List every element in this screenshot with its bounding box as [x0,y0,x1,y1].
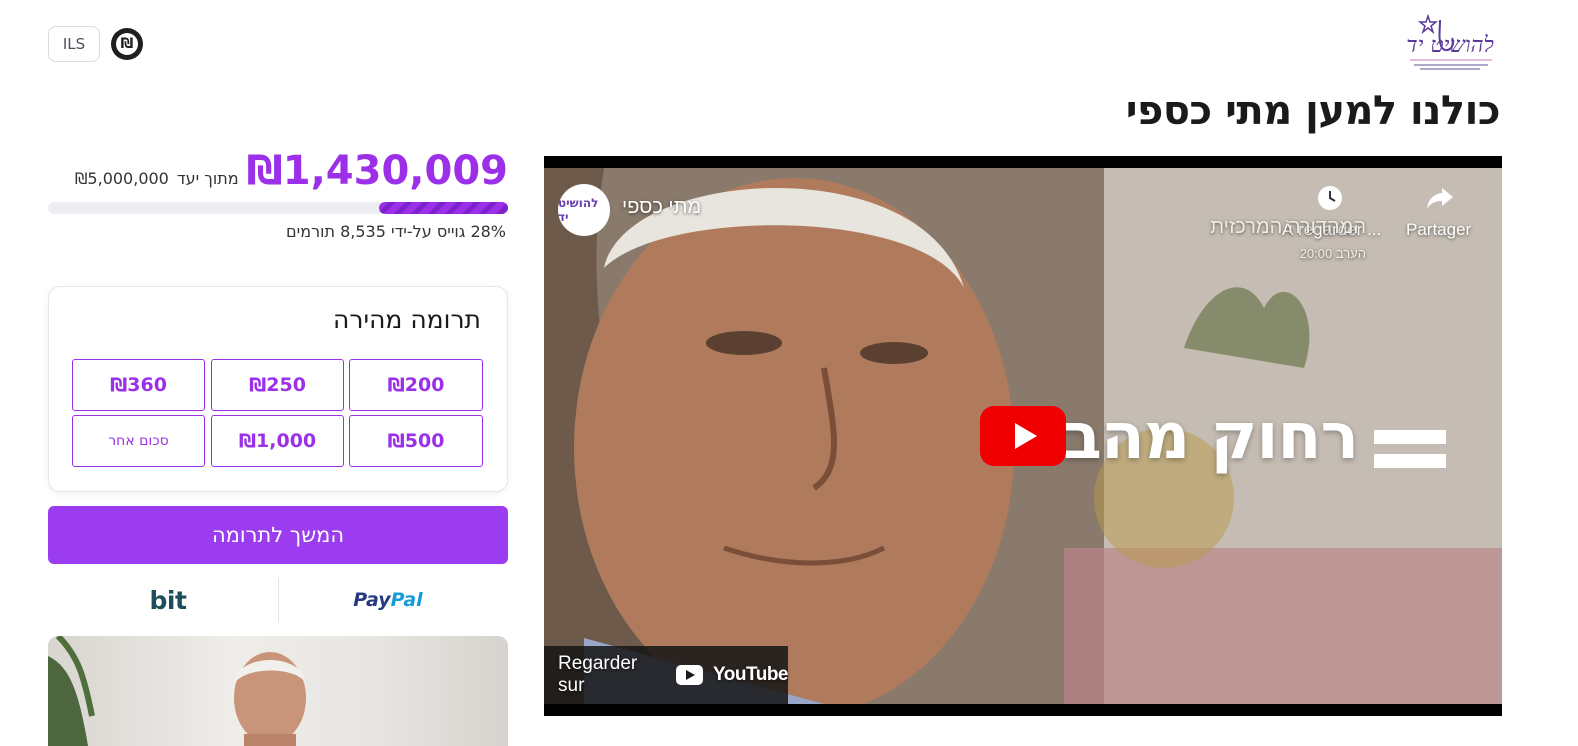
broadcast-time: הערב 20:00 [1299,246,1366,261]
currency-selector-button[interactable]: ILS [48,26,100,62]
channel-avatar[interactable]: להושיט יד [558,184,610,236]
share-label[interactable]: Partager [1406,220,1471,240]
caption-bars-icon [1374,430,1446,468]
campaign-title: כולנו למען מתי כספי [1125,88,1501,134]
progress-bar [48,202,508,214]
payment-methods: bit Pay Pal [48,576,508,624]
campaign-video[interactable]: להושיט יד מתי כספי À regarder ... Partag… [544,156,1502,716]
amount-button-200[interactable]: ₪200 [349,359,483,411]
channel-name[interactable]: מתי כספי [622,196,701,219]
broadcast-title: המהדורה המרכזית [1210,216,1366,238]
youtube-play-button[interactable] [980,406,1066,466]
amount-button-360[interactable]: ₪360 [72,359,205,411]
watch-on-label: Regarder sur [558,653,638,696]
share-icon[interactable] [1426,184,1454,212]
organization-logo[interactable]: להושיט יד [1400,10,1500,76]
amount-button-250[interactable]: ₪250 [211,359,344,411]
amount-button-1000[interactable]: ₪1,000 [211,415,344,467]
goal-amount: ₪5,000,000 [74,169,169,188]
quick-donation-card: תרומה מהירה ₪200 ₪250 ₪360 ₪500 ₪1,000 ס… [48,286,508,492]
quick-donation-title: תרומה מהירה [333,305,481,334]
raised-amount: ₪1,430,009 [246,148,508,194]
video-frame[interactable]: להושיט יד מתי כספי À regarder ... Partag… [544,168,1502,704]
youtube-label: YouTube [713,664,788,685]
amount-button-500[interactable]: ₪500 [349,415,483,467]
campaign-photo-graphic [48,636,306,746]
raised-summary: ₪1,430,009 מתוך יעד ₪5,000,000 [48,148,508,194]
paypal-payment-button[interactable]: Pay Pal [338,584,438,616]
logo-text: להושיט יד [1406,33,1494,58]
amount-button-other[interactable]: סכום אחר [72,415,205,467]
goal-label: מתוך יעד [176,169,239,188]
progress-bar-fill [379,202,508,214]
campaign-photo [48,636,508,746]
youtube-logo-icon [675,665,704,685]
payment-divider [278,578,279,622]
continue-donation-button[interactable]: המשך לתרומה [48,506,508,564]
bit-payment-button[interactable]: bit [138,584,198,616]
shekel-symbol: ₪ [116,33,138,55]
paypal-pal-text: Pal [390,589,423,611]
clock-icon[interactable] [1316,184,1344,212]
progress-stats: 28% גוייס על-ידי 8,535 תורמים [286,222,506,241]
shekel-currency-icon[interactable]: ₪ [111,28,143,60]
watch-on-youtube-button[interactable]: Regarder sur YouTube [544,646,788,704]
paypal-pay-text: Pay [353,589,391,611]
logo-graphic: להושיט יד [1406,13,1494,70]
